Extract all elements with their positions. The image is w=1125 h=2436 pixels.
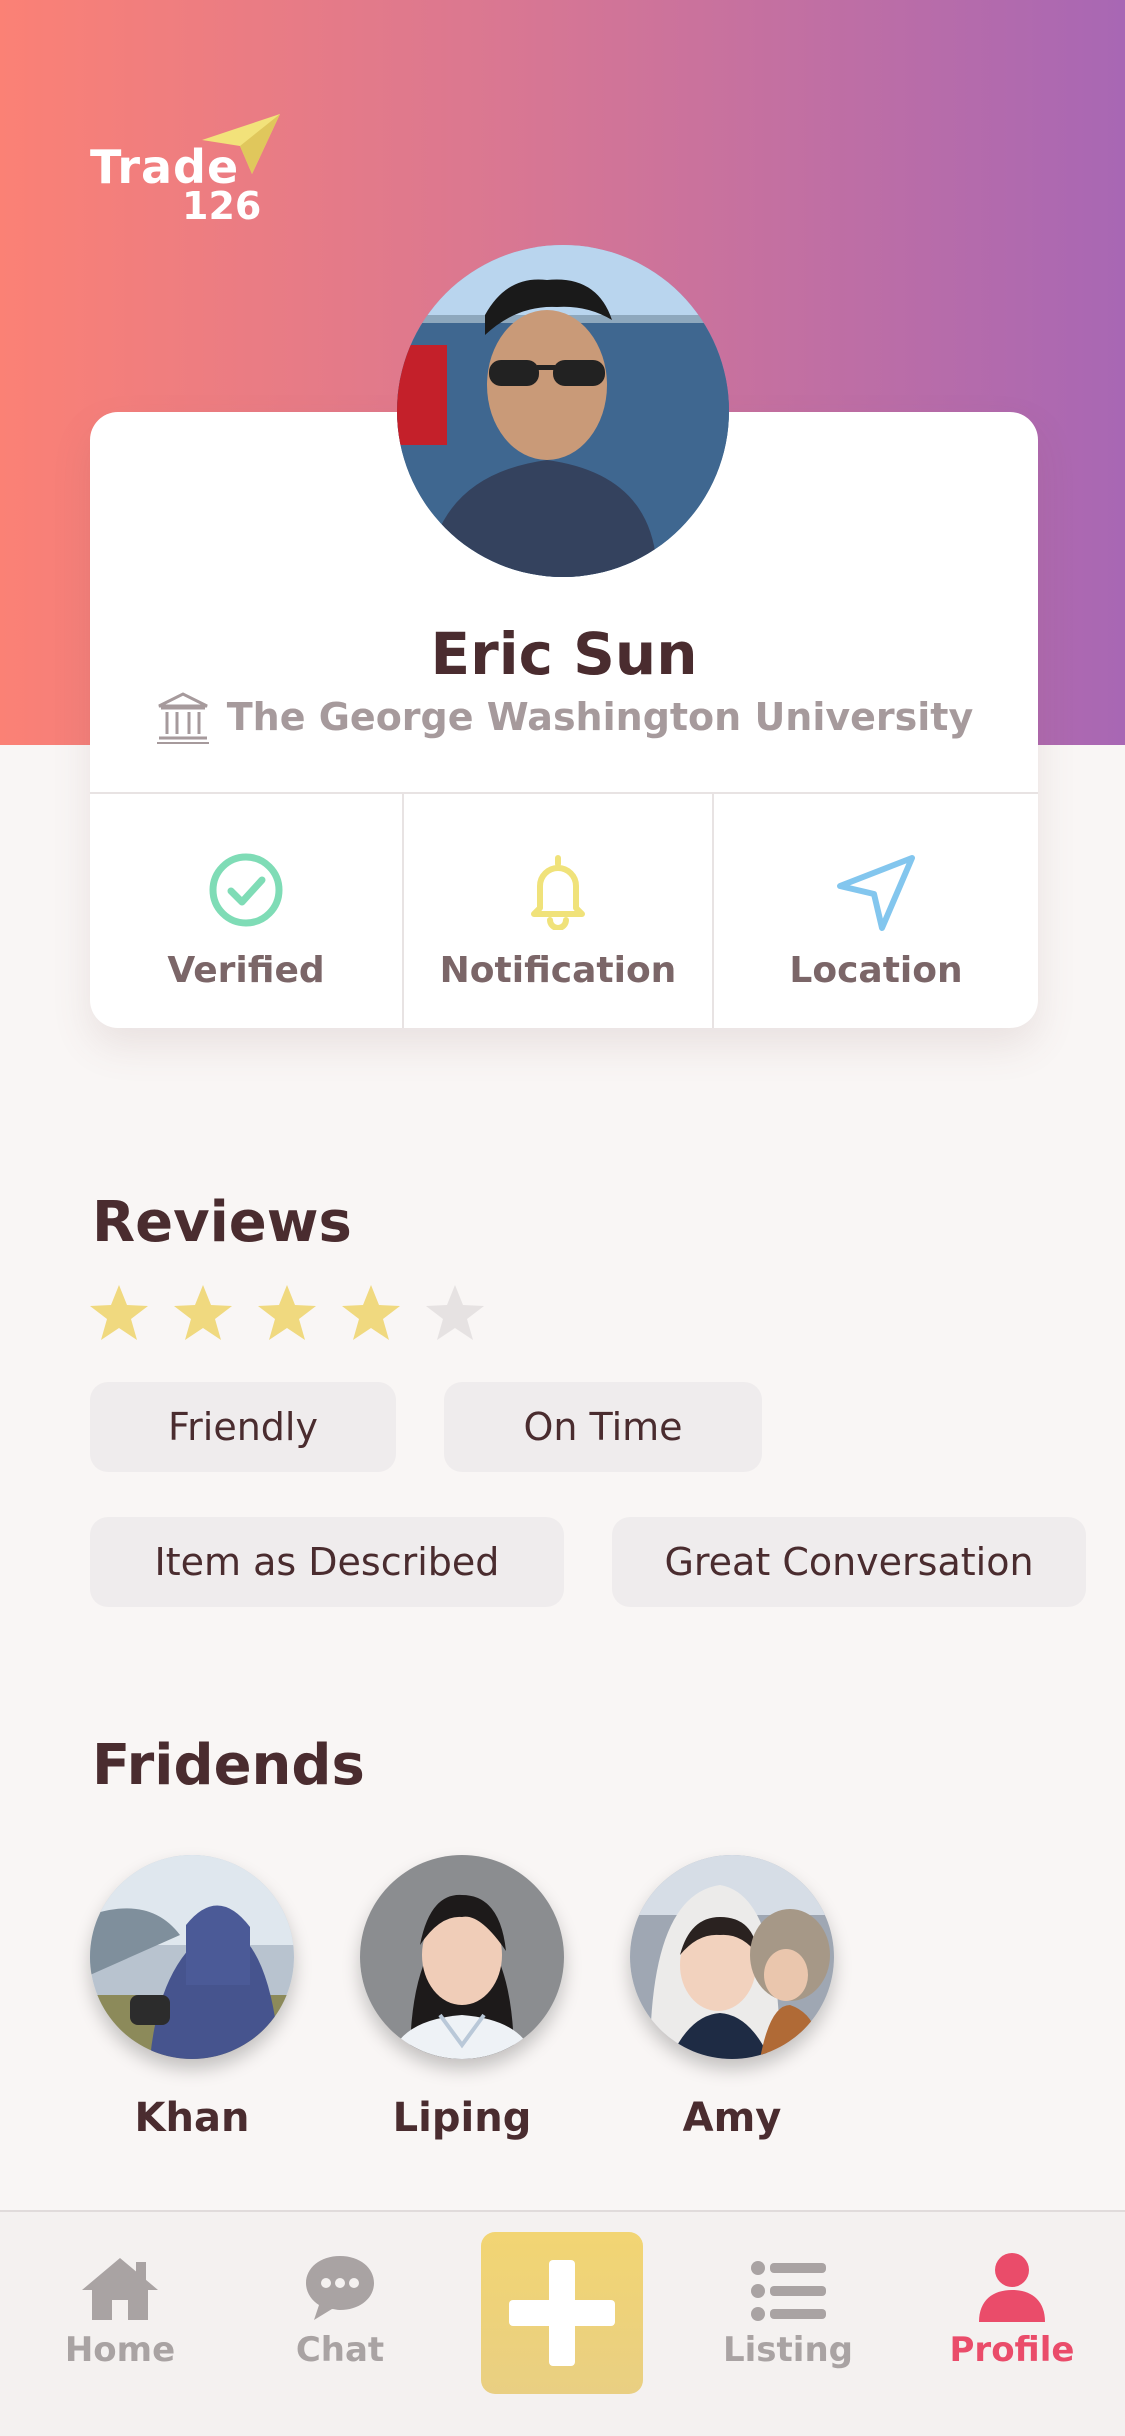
- friend-photo: [630, 1855, 834, 2059]
- home-icon: [82, 2258, 158, 2320]
- bottom-tab-bar: Home Chat Listing Profile: [0, 2210, 1125, 2436]
- tab-profile[interactable]: Profile: [932, 2252, 1092, 2370]
- status-verified-label: Verified: [167, 950, 325, 991]
- star-filled-icon: [342, 1285, 400, 1340]
- user-avatar[interactable]: [397, 245, 729, 577]
- avatar-photo: [397, 245, 729, 577]
- user-school-row: The George Washington University: [90, 687, 1038, 747]
- tab-listing[interactable]: Listing: [708, 2252, 868, 2370]
- friend-name: Liping: [392, 2095, 532, 2141]
- tab-chat[interactable]: Chat: [260, 2252, 420, 2370]
- university-icon: [156, 692, 209, 744]
- friend-avatar[interactable]: [630, 1855, 834, 2059]
- app-logo: Trade 126: [90, 110, 280, 230]
- status-location-label: Location: [789, 950, 963, 991]
- friend-photo: [90, 1855, 294, 2059]
- friend-avatar[interactable]: [360, 1855, 564, 2059]
- friend-avatar[interactable]: [90, 1855, 294, 2059]
- status-verified[interactable]: Verified: [90, 794, 402, 1028]
- star-filled-icon: [174, 1285, 232, 1340]
- navigation-arrow-icon: [837, 855, 915, 931]
- star-empty-icon: [426, 1285, 484, 1340]
- friend-photo: [360, 1855, 564, 2059]
- status-notification[interactable]: Notification: [404, 794, 712, 1028]
- add-listing-button[interactable]: [481, 2232, 643, 2394]
- star-filled-icon: [90, 1285, 148, 1340]
- rating-stars: [88, 1283, 486, 1343]
- tab-chat-label: Chat: [295, 2330, 385, 2370]
- user-school: The George Washington University: [226, 695, 974, 739]
- tab-profile-label: Profile: [949, 2330, 1075, 2370]
- tab-home[interactable]: Home: [40, 2252, 200, 2370]
- check-circle-icon: [209, 853, 283, 927]
- reviews-title: Reviews: [92, 1190, 352, 1255]
- friend-item[interactable]: Amy: [627, 1855, 837, 2141]
- user-name: Eric Sun: [430, 620, 698, 688]
- paper-plane-icon: [202, 114, 280, 174]
- review-tag: Item as Described: [90, 1517, 564, 1607]
- status-location[interactable]: Location: [714, 794, 1038, 1028]
- tab-listing-label: Listing: [722, 2330, 853, 2370]
- status-notification-label: Notification: [439, 950, 677, 991]
- tab-home-label: Home: [64, 2330, 176, 2370]
- chat-icon: [306, 2256, 374, 2320]
- friends-title: Fridends: [92, 1733, 365, 1798]
- review-tag: On Time: [444, 1382, 762, 1472]
- friend-item[interactable]: Liping: [357, 1855, 567, 2141]
- star-filled-icon: [258, 1285, 316, 1340]
- person-icon: [979, 2253, 1045, 2322]
- friend-name: Khan: [134, 2095, 250, 2141]
- friend-name: Amy: [682, 2095, 782, 2141]
- friend-item[interactable]: Khan: [87, 1855, 297, 2141]
- review-tag: Friendly: [90, 1382, 396, 1472]
- bell-icon: [531, 855, 585, 931]
- list-icon: [751, 2261, 826, 2321]
- review-tag: Great Conversation: [612, 1517, 1086, 1607]
- plus-icon: [509, 2260, 615, 2366]
- logo-text-number: 126: [182, 184, 262, 228]
